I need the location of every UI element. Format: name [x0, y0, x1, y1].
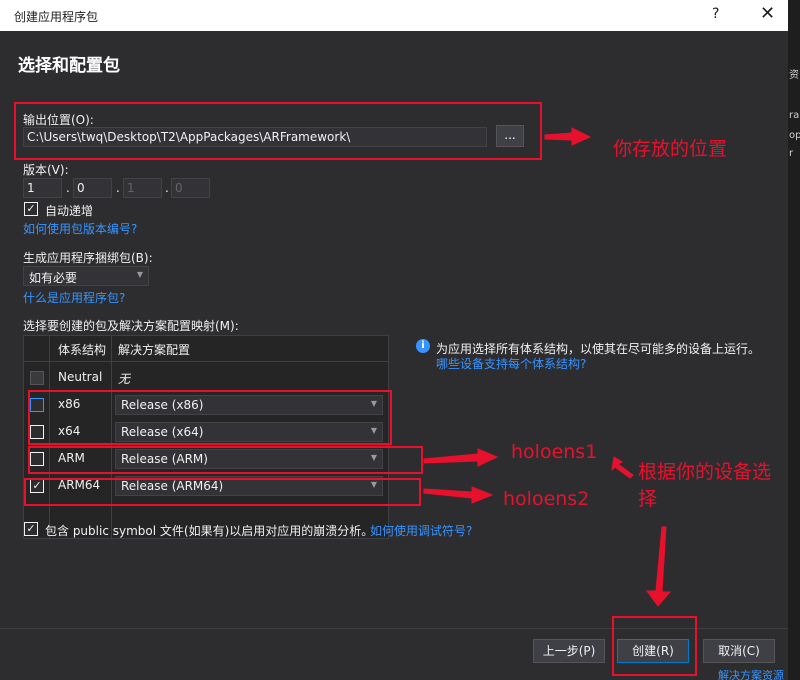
arrow-device-down [646, 526, 672, 607]
arrow-to-holo2 [423, 486, 494, 504]
arrow-to-holo1 [423, 448, 499, 467]
annotation-arrows [423, 127, 672, 607]
arrow-to-location [544, 127, 592, 146]
arrow-device-left [611, 456, 634, 479]
